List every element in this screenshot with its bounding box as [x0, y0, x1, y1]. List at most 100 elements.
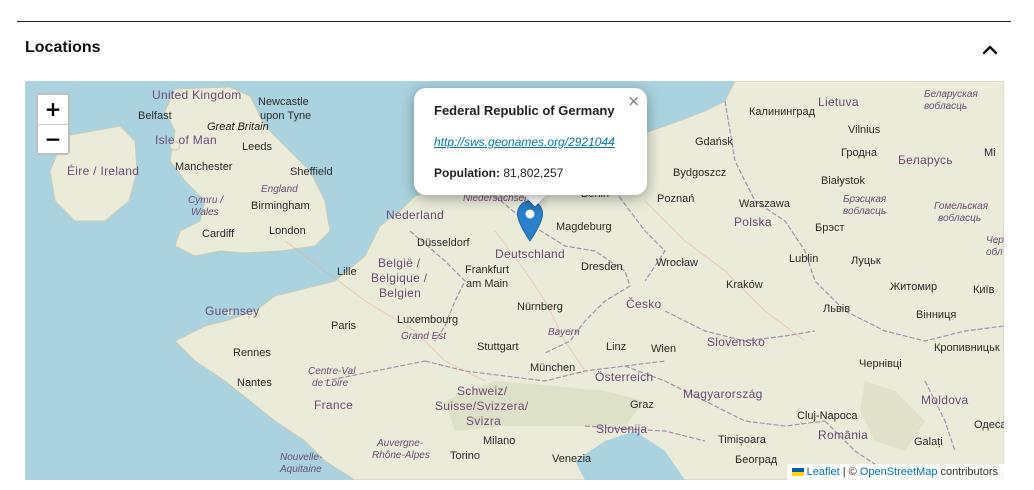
map-label: Österreich — [595, 370, 654, 384]
map-label: Nederland — [386, 208, 445, 222]
map-label: München — [530, 362, 576, 374]
map-label: Linz — [606, 341, 627, 353]
map-label: Вінниця — [916, 309, 957, 321]
map-label: London — [269, 225, 306, 237]
map-label: Torino — [450, 450, 480, 462]
attribution-suffix: contributors — [937, 466, 998, 478]
map-label: вобласць — [938, 213, 982, 224]
map-label: Belfast — [138, 110, 172, 122]
map-label: Cardiff — [202, 228, 235, 240]
map-label: Česko — [626, 297, 662, 311]
map-label: Луцьк — [851, 255, 881, 267]
map-label: Moldova — [921, 393, 969, 407]
map-label: Venezia — [552, 453, 592, 465]
map-container[interactable]: United Kingdom Newcastle upon Tyne Belfa… — [25, 81, 1004, 480]
map-label: Bydgoszcz — [673, 167, 727, 179]
map-label: Sheffield — [290, 166, 333, 178]
map-label: Magyarország — [683, 387, 763, 401]
map-label: Мі — [984, 147, 996, 159]
map-label: Auvergne- — [377, 438, 424, 449]
map-label: Wales — [191, 207, 219, 218]
leaflet-link[interactable]: Leaflet — [807, 466, 840, 478]
map-label: Slovensko — [707, 335, 766, 349]
zoom-in-button[interactable]: + — [38, 95, 68, 124]
map-label: Poznań — [657, 193, 695, 205]
map-label: România — [818, 428, 869, 442]
map-label: Vilnius — [848, 124, 881, 136]
map-label: Manchester — [175, 161, 233, 173]
section-divider — [17, 21, 1011, 22]
map-label: Warszawa — [739, 198, 790, 210]
population-value: 81,802,257 — [503, 166, 564, 180]
openstreetmap-link[interactable]: OpenStreetMap — [860, 466, 938, 478]
locations-section-header[interactable]: Locations — [25, 36, 1005, 64]
map-label: Dresden — [581, 261, 623, 273]
map-label: Paris — [331, 320, 357, 332]
map-label: Éire / Ireland — [67, 164, 140, 178]
map-label: Timișoara — [718, 434, 766, 446]
map-label: Nantes — [237, 377, 272, 389]
map-label: Брэсцкая — [843, 194, 887, 205]
map-label: Düsseldorf — [417, 237, 470, 249]
map-label: Guernsey — [205, 304, 260, 318]
map-label: Leeds — [242, 141, 272, 153]
attribution-separator: | © — [839, 466, 860, 478]
map-label: Isle of Man — [155, 133, 217, 147]
map-label: Nürnberg — [517, 301, 563, 313]
map-label: Lublin — [789, 253, 819, 265]
map-label: Newcastle — [258, 96, 309, 108]
map-label: Одеса — [974, 419, 1004, 431]
map-label: Cluj-Napoca — [797, 410, 858, 422]
map-label: обл — [986, 247, 1003, 258]
map-label: Брэст — [815, 222, 845, 234]
map-label: Cymru / — [188, 195, 223, 206]
map-label: Graz — [630, 399, 654, 411]
map-label: Bayern — [548, 327, 580, 338]
map-label: de Loire — [312, 378, 349, 389]
map-label: United Kingdom — [152, 88, 242, 102]
map-label: Wrocław — [656, 257, 698, 269]
map-label: Беларусь — [898, 153, 953, 167]
map-label: Deutschland — [495, 247, 566, 261]
location-popup: × Federal Republic of Germany http://sws… — [414, 88, 647, 195]
ukraine-flag-icon — [791, 468, 804, 476]
map-label: Galați — [914, 436, 943, 448]
map-label: Кропивницьк — [934, 342, 1000, 354]
map-label: Nouvelle- — [280, 452, 323, 463]
map-label: England — [261, 184, 298, 195]
map-label: Białystok — [821, 175, 866, 187]
map-label: Гродна — [841, 147, 877, 159]
population-row: Population: 81,802,257 — [434, 166, 563, 180]
map-attribution: Leaflet | © OpenStreetMap contributors — [786, 464, 1004, 480]
population-label: Population: — [434, 166, 500, 180]
map-label: Rhône-Alpes — [372, 450, 430, 461]
map-label: France — [314, 398, 354, 412]
map-label: Polska — [734, 215, 772, 229]
map-label: Београд — [735, 454, 778, 466]
map-label: Schweiz/ — [457, 384, 508, 398]
map-label: Belgique / — [371, 271, 428, 285]
map-label: Birmingham — [251, 200, 310, 212]
popup-title: Federal Republic of Germany — [434, 103, 615, 118]
map-label: Svizra — [466, 414, 502, 428]
map-label: België / — [378, 256, 421, 270]
close-icon[interactable]: × — [627, 92, 640, 110]
map-marker-icon[interactable] — [516, 200, 544, 242]
geonames-link[interactable]: http://sws.geonames.org/2921044 — [434, 135, 615, 149]
map-label: Belgien — [379, 286, 422, 300]
map-label: Житомир — [890, 281, 938, 293]
map-label: Slovenija — [596, 422, 648, 436]
map-label: am Main — [466, 278, 509, 290]
map-label: Great Britain — [207, 121, 269, 133]
map-label: Stuttgart — [477, 341, 519, 353]
chevron-up-icon[interactable] — [980, 40, 1000, 60]
map-label: вобласць — [924, 101, 968, 112]
map-label: Rennes — [233, 347, 271, 359]
zoom-out-button[interactable]: − — [38, 124, 68, 153]
map-label: Frankfurt — [465, 264, 510, 276]
map-label: вобласць — [843, 206, 887, 217]
map-label: Калининград — [749, 106, 816, 118]
section-title: Locations — [25, 39, 101, 56]
map-label: Чернівці — [859, 358, 902, 370]
map-label: Львів — [823, 303, 851, 315]
